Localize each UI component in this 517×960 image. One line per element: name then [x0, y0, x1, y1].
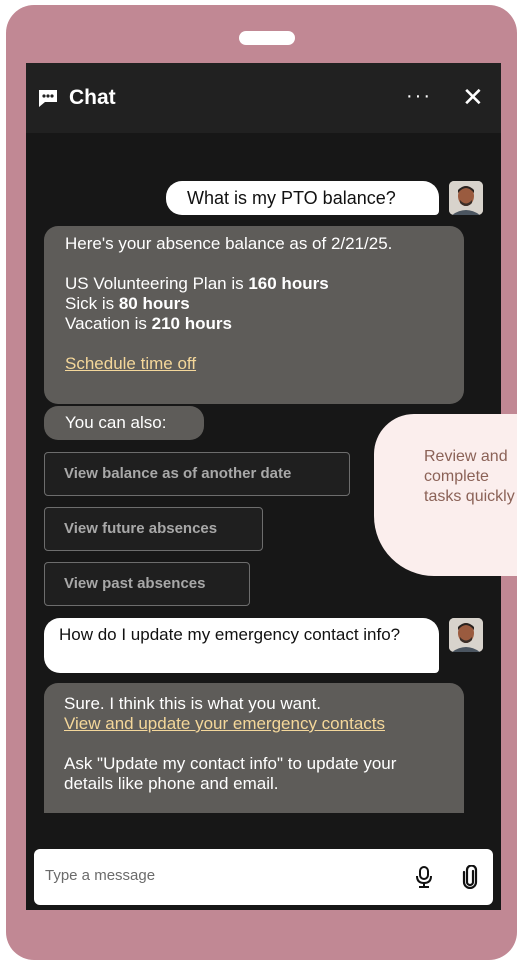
callout-text: Review and complete tasks quickly [424, 448, 515, 505]
chat-title: Chat [69, 86, 116, 109]
balance-line-vacation: Vacation is 210 hours [65, 314, 232, 333]
user-message-text: How do I update my emergency contact inf… [59, 625, 401, 644]
microphone-icon[interactable] [414, 866, 434, 888]
more-options-icon[interactable]: ··· [406, 83, 432, 109]
balance-line-sick: Sick is 80 hours [65, 294, 190, 313]
close-icon[interactable]: ✕ [462, 84, 484, 110]
feature-callout: Review and complete tasks quickly [374, 414, 517, 576]
bot-message-balance: Here's your absence balance as of 2/21/2… [44, 226, 464, 404]
paperclip-icon[interactable] [461, 865, 479, 889]
bot-message-emergency-contact: Sure. I think this is what you want. Vie… [44, 683, 464, 813]
message-input-bar[interactable]: Type a message [34, 849, 493, 905]
avatar-icon [449, 618, 483, 652]
user-message-pto: What is my PTO balance? [166, 181, 439, 215]
schedule-time-off-link[interactable]: Schedule time off [65, 354, 196, 373]
balance-intro: Here's your absence balance as of 2/21/2… [65, 234, 393, 253]
avatar-icon [449, 181, 483, 215]
emergency-contacts-link[interactable]: View and update your emergency contacts [64, 714, 385, 733]
bot-message-also: You can also: [44, 406, 204, 440]
chip-view-past-absences[interactable]: View past absences [44, 562, 250, 606]
chat-icon [39, 90, 57, 107]
user-message-text: What is my PTO balance? [187, 188, 396, 208]
balance-line-volunteering: US Volunteering Plan is 160 hours [65, 274, 329, 293]
device-notch [239, 31, 295, 45]
chip-view-future-absences[interactable]: View future absences [44, 507, 263, 551]
bot-reply-intro: Sure. I think this is what you want. [64, 694, 322, 713]
user-message-emergency-contact: How do I update my emergency contact inf… [44, 618, 439, 673]
message-input-placeholder[interactable]: Type a message [45, 867, 155, 884]
bot-reply-tip: Ask "Update my contact info" to update y… [64, 754, 397, 793]
chip-view-balance-another-date[interactable]: View balance as of another date [44, 452, 350, 496]
chat-header: Chat ··· ✕ [26, 63, 501, 133]
